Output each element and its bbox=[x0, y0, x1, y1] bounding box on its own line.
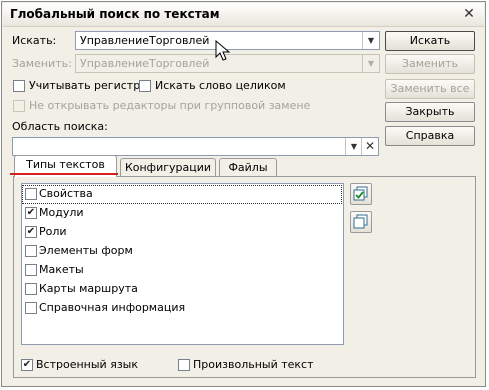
whole-word-label[interactable]: Искать слово целиком bbox=[155, 79, 286, 92]
tab-configurations[interactable]: Конфигурации bbox=[120, 158, 216, 176]
chevron-down-icon[interactable]: ▼ bbox=[362, 32, 379, 49]
whole-word-checkbox[interactable] bbox=[139, 80, 151, 92]
text-types-list[interactable]: Свойства ✔ Модули ✔ Роли Элементы форм М… bbox=[21, 183, 344, 345]
list-item[interactable]: Свойства bbox=[22, 185, 342, 204]
match-case-label[interactable]: Учитывать регистр bbox=[29, 79, 140, 92]
window-title: Глобальный поиск по текстам bbox=[10, 7, 220, 21]
search-label: Искать: bbox=[12, 34, 57, 47]
list-item[interactable]: Справочная информация bbox=[22, 299, 342, 318]
item-checkbox[interactable] bbox=[25, 188, 37, 200]
scope-combo[interactable]: ▼ ✕ bbox=[12, 137, 379, 156]
arbitrary-text-checkbox[interactable] bbox=[178, 359, 190, 371]
replace-button: Заменить bbox=[385, 54, 475, 74]
title-bar: Глобальный поиск по текстам ✕ bbox=[3, 3, 484, 27]
replace-all-button: Заменить все bbox=[385, 79, 475, 99]
builtin-language-label[interactable]: Встроенный язык bbox=[36, 358, 138, 371]
list-item[interactable]: ✔ Модули bbox=[22, 204, 342, 223]
item-label: Справочная информация bbox=[39, 301, 186, 314]
no-editors-label: Не открывать редакторы при групповой зам… bbox=[29, 99, 311, 112]
tab-files[interactable]: Файлы bbox=[219, 158, 277, 176]
uncheck-all-button[interactable] bbox=[350, 211, 372, 233]
search-button[interactable]: Искать bbox=[385, 31, 475, 51]
item-label: Модули bbox=[39, 206, 84, 219]
item-label: Свойства bbox=[39, 187, 93, 200]
chevron-down-icon: ▼ bbox=[362, 55, 379, 72]
list-item[interactable]: ✔ Роли bbox=[22, 223, 342, 242]
clear-icon[interactable]: ✕ bbox=[361, 138, 378, 155]
uncheck-all-icon bbox=[353, 214, 368, 229]
item-label: Элементы форм bbox=[39, 244, 133, 257]
chevron-down-icon[interactable]: ▼ bbox=[345, 138, 362, 155]
item-label: Карты маршрута bbox=[39, 282, 138, 295]
mouse-cursor-icon bbox=[215, 40, 231, 61]
search-input[interactable]: УправлениеТорговлей bbox=[80, 34, 209, 47]
no-editors-checkbox bbox=[13, 100, 25, 112]
scope-label: Область поиска: bbox=[12, 120, 108, 133]
item-label: Роли bbox=[39, 225, 67, 238]
match-case-checkbox[interactable] bbox=[13, 80, 25, 92]
item-checkbox[interactable] bbox=[25, 283, 37, 295]
list-item[interactable]: Элементы форм bbox=[22, 242, 342, 261]
close-icon[interactable]: ✕ bbox=[461, 6, 477, 22]
help-button[interactable]: Справка bbox=[385, 126, 475, 146]
accent-underline bbox=[10, 173, 118, 175]
item-checkbox[interactable] bbox=[25, 264, 37, 276]
item-checkbox[interactable]: ✔ bbox=[25, 207, 37, 219]
item-label: Макеты bbox=[39, 263, 84, 276]
check-all-icon bbox=[353, 186, 368, 201]
list-item[interactable]: Макеты bbox=[22, 261, 342, 280]
builtin-language-checkbox[interactable]: ✔ bbox=[21, 359, 33, 371]
arbitrary-text-label[interactable]: Произвольный текст bbox=[193, 358, 314, 371]
replace-label: Заменить: bbox=[12, 57, 72, 70]
item-checkbox[interactable] bbox=[25, 245, 37, 257]
item-checkbox[interactable] bbox=[25, 302, 37, 314]
item-checkbox[interactable]: ✔ bbox=[25, 226, 37, 238]
check-all-button[interactable] bbox=[350, 183, 372, 205]
list-item[interactable]: Карты маршрута bbox=[22, 280, 342, 299]
close-button[interactable]: Закрыть bbox=[385, 102, 475, 122]
replace-input: УправлениеТорговлей bbox=[80, 57, 210, 70]
